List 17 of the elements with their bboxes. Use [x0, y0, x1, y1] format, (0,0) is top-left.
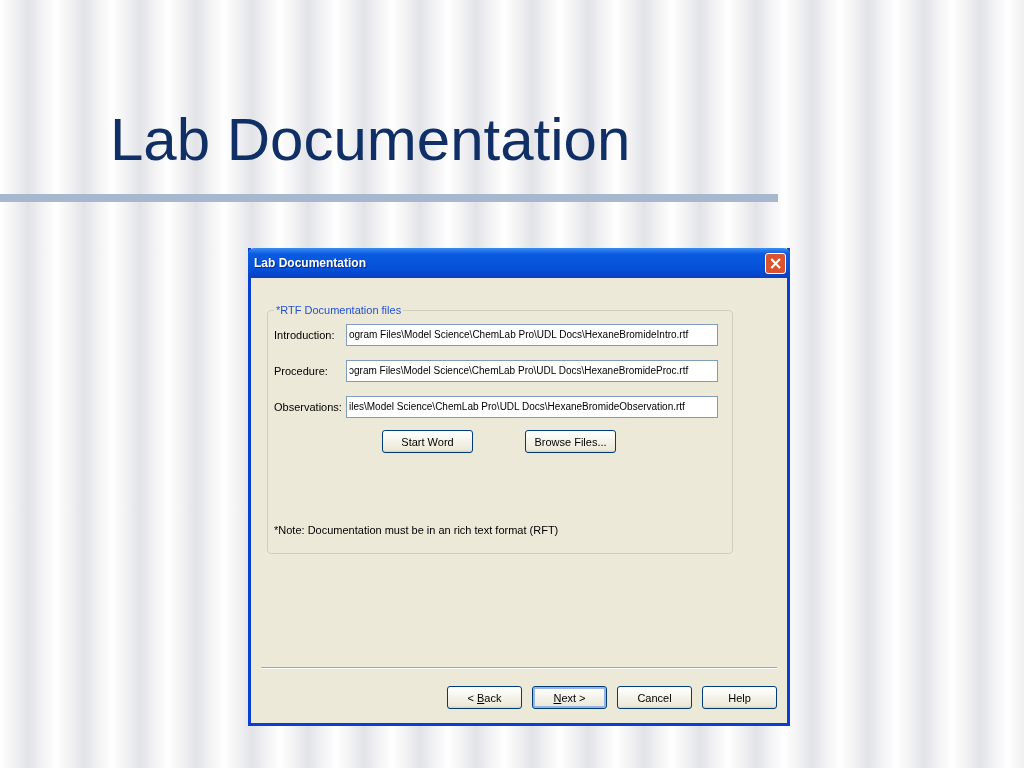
wizard-button[interactable]: < Back — [447, 686, 522, 709]
wizard-button[interactable]: Help — [702, 686, 777, 709]
field-label: Observations: — [274, 401, 340, 413]
wizard-button[interactable]: Next > — [532, 686, 607, 709]
slide-title: Lab Documentation — [110, 105, 631, 175]
window-title: Lab Documentation — [254, 256, 366, 270]
field-label: Introduction: — [274, 329, 336, 341]
note-text: *Note: Documentation must be in an rich text format (RFT) — [274, 524, 560, 536]
field-label: Procedure: — [274, 365, 329, 377]
action-button[interactable]: Start Word — [382, 430, 473, 453]
close-button[interactable]: × — [765, 252, 786, 274]
group-legend: *RTF Documentation files — [274, 304, 404, 316]
path-field[interactable]: ɔgram Files\Model Science\ChemLab Pro\UDL Docs\HexaneBromideProc.rtf — [346, 360, 718, 382]
path-field[interactable]: iles\Model Science\ChemLab Pro\UDL Docs\HexaneBromideObservation.rtf — [346, 396, 718, 418]
wizard-button[interactable]: Cancel — [617, 686, 692, 709]
action-button[interactable]: Browse Files... — [525, 430, 616, 453]
path-field[interactable]: ogram Files\Model Science\ChemLab Pro\UDL Docs\HexaneBromideIntro.rtf — [346, 324, 718, 346]
